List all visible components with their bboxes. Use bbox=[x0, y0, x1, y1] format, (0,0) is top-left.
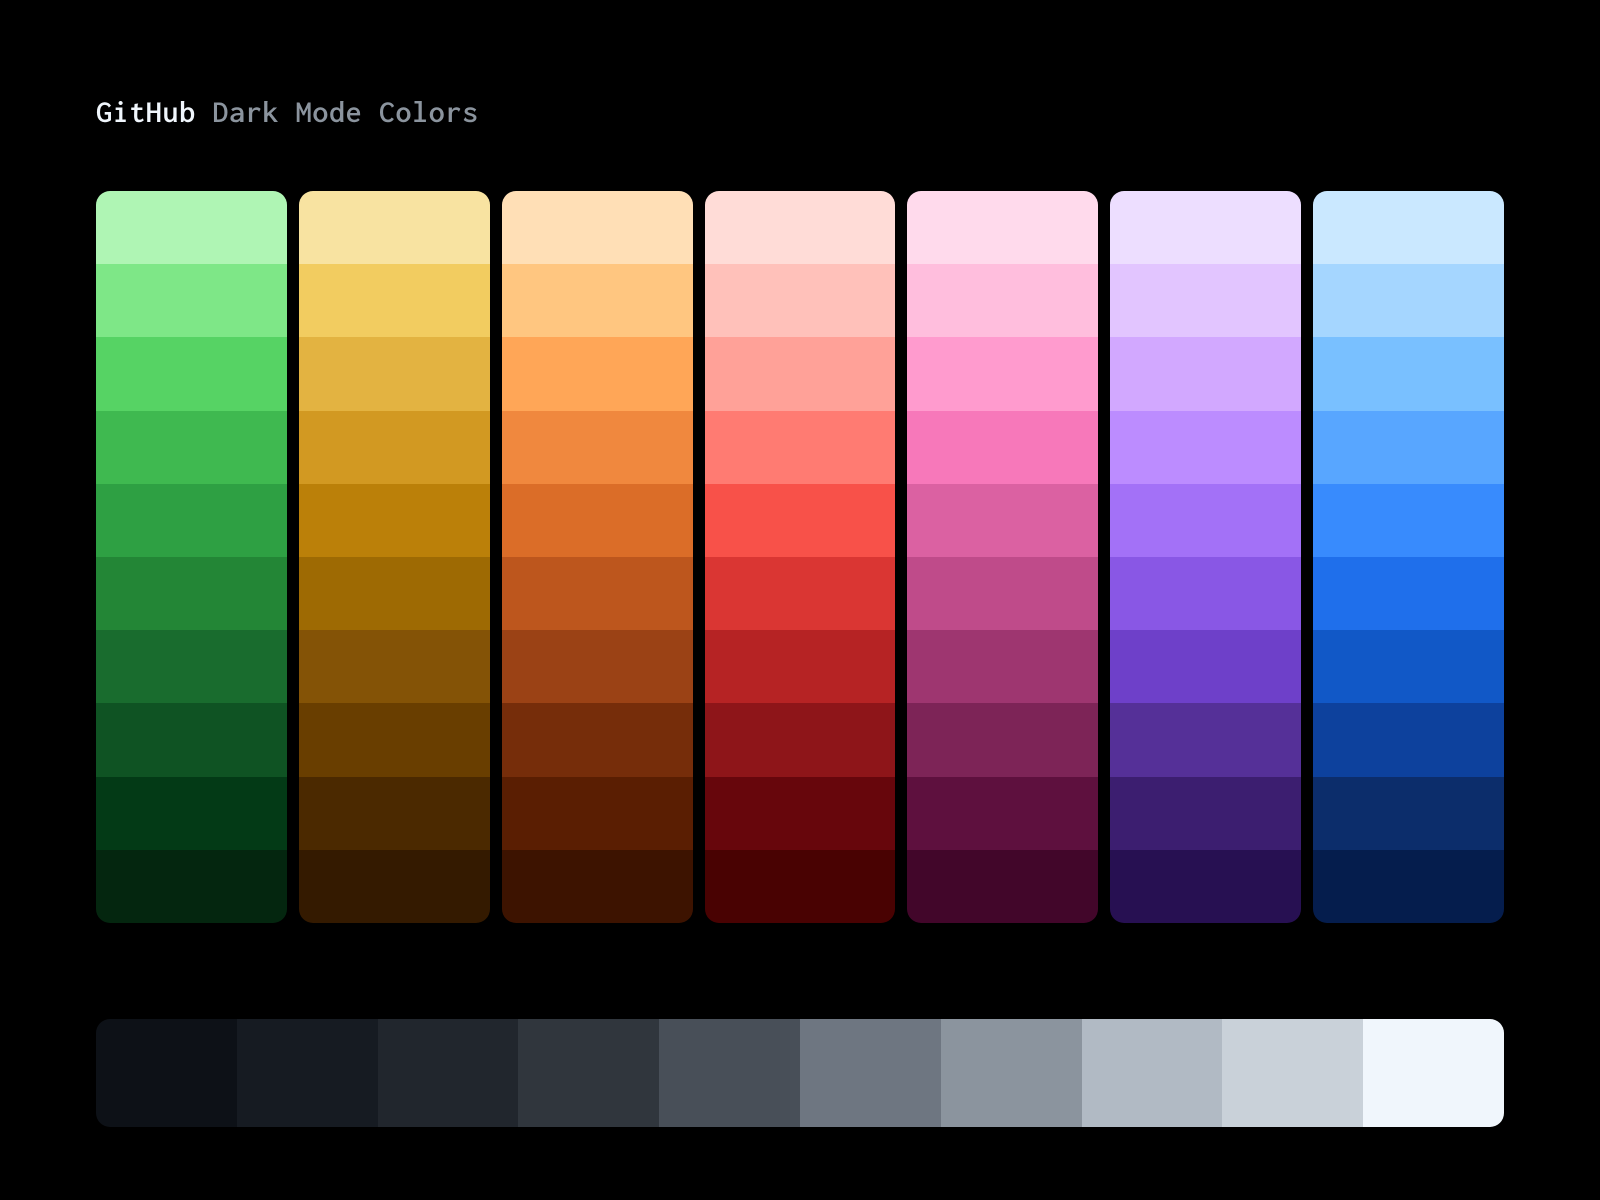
swatch-gray-6 bbox=[941, 1019, 1082, 1127]
swatch-orange-7 bbox=[502, 703, 693, 776]
swatch-green-9 bbox=[96, 850, 287, 923]
swatch-gray-4 bbox=[659, 1019, 800, 1127]
swatch-purple-0 bbox=[1110, 191, 1301, 264]
swatch-purple-2 bbox=[1110, 337, 1301, 410]
swatch-gray-0 bbox=[96, 1019, 237, 1127]
swatch-purple-1 bbox=[1110, 264, 1301, 337]
swatch-orange-8 bbox=[502, 777, 693, 850]
swatch-yellow-8 bbox=[299, 777, 490, 850]
swatch-red-3 bbox=[705, 411, 896, 484]
swatch-pink-2 bbox=[907, 337, 1098, 410]
swatch-purple-8 bbox=[1110, 777, 1301, 850]
swatch-blue-2 bbox=[1313, 337, 1504, 410]
swatch-orange-5 bbox=[502, 557, 693, 630]
swatch-purple-7 bbox=[1110, 703, 1301, 776]
swatch-gray-8 bbox=[1222, 1019, 1363, 1127]
swatch-pink-5 bbox=[907, 557, 1098, 630]
swatch-yellow-6 bbox=[299, 630, 490, 703]
swatch-red-8 bbox=[705, 777, 896, 850]
swatch-blue-0 bbox=[1313, 191, 1504, 264]
swatch-purple-5 bbox=[1110, 557, 1301, 630]
swatch-yellow-7 bbox=[299, 703, 490, 776]
swatch-green-3 bbox=[96, 411, 287, 484]
swatch-red-9 bbox=[705, 850, 896, 923]
swatch-yellow-9 bbox=[299, 850, 490, 923]
swatch-gray-3 bbox=[518, 1019, 659, 1127]
swatch-orange-0 bbox=[502, 191, 693, 264]
swatch-gray-2 bbox=[378, 1019, 519, 1127]
swatch-yellow-5 bbox=[299, 557, 490, 630]
swatch-gray-5 bbox=[800, 1019, 941, 1127]
swatch-orange-2 bbox=[502, 337, 693, 410]
swatch-yellow-2 bbox=[299, 337, 490, 410]
page-title: GitHub Dark Mode Colors bbox=[96, 96, 1504, 129]
swatch-blue-7 bbox=[1313, 703, 1504, 776]
swatch-green-8 bbox=[96, 777, 287, 850]
swatch-pink-3 bbox=[907, 411, 1098, 484]
swatch-pink-6 bbox=[907, 630, 1098, 703]
swatch-pink-9 bbox=[907, 850, 1098, 923]
swatch-pink-4 bbox=[907, 484, 1098, 557]
swatch-green-5 bbox=[96, 557, 287, 630]
swatch-red-4 bbox=[705, 484, 896, 557]
swatch-green-6 bbox=[96, 630, 287, 703]
swatch-blue-8 bbox=[1313, 777, 1504, 850]
swatch-blue-9 bbox=[1313, 850, 1504, 923]
swatch-green-0 bbox=[96, 191, 287, 264]
swatch-yellow-1 bbox=[299, 264, 490, 337]
swatch-purple-9 bbox=[1110, 850, 1301, 923]
swatch-orange-6 bbox=[502, 630, 693, 703]
title-strong: GitHub bbox=[96, 96, 196, 129]
palette-column-pink bbox=[907, 191, 1098, 923]
swatch-green-2 bbox=[96, 337, 287, 410]
swatch-pink-0 bbox=[907, 191, 1098, 264]
palette-row bbox=[96, 191, 1504, 923]
swatch-blue-1 bbox=[1313, 264, 1504, 337]
palette-column-orange bbox=[502, 191, 693, 923]
swatch-orange-1 bbox=[502, 264, 693, 337]
swatch-yellow-4 bbox=[299, 484, 490, 557]
swatch-red-2 bbox=[705, 337, 896, 410]
swatch-orange-4 bbox=[502, 484, 693, 557]
palette-column-red bbox=[705, 191, 896, 923]
palette-column-green bbox=[96, 191, 287, 923]
palette-column-purple bbox=[1110, 191, 1301, 923]
swatch-red-1 bbox=[705, 264, 896, 337]
gray-row bbox=[96, 1019, 1504, 1127]
swatch-blue-5 bbox=[1313, 557, 1504, 630]
swatch-orange-3 bbox=[502, 411, 693, 484]
swatch-blue-4 bbox=[1313, 484, 1504, 557]
swatch-red-5 bbox=[705, 557, 896, 630]
swatch-green-7 bbox=[96, 703, 287, 776]
swatch-purple-6 bbox=[1110, 630, 1301, 703]
swatch-blue-6 bbox=[1313, 630, 1504, 703]
swatch-yellow-3 bbox=[299, 411, 490, 484]
swatch-pink-7 bbox=[907, 703, 1098, 776]
swatch-gray-1 bbox=[237, 1019, 378, 1127]
swatch-purple-3 bbox=[1110, 411, 1301, 484]
palette-column-blue bbox=[1313, 191, 1504, 923]
swatch-red-0 bbox=[705, 191, 896, 264]
swatch-pink-1 bbox=[907, 264, 1098, 337]
swatch-yellow-0 bbox=[299, 191, 490, 264]
swatch-orange-9 bbox=[502, 850, 693, 923]
palette-column-yellow bbox=[299, 191, 490, 923]
swatch-gray-7 bbox=[1082, 1019, 1223, 1127]
swatch-green-4 bbox=[96, 484, 287, 557]
swatch-pink-8 bbox=[907, 777, 1098, 850]
swatch-purple-4 bbox=[1110, 484, 1301, 557]
swatch-blue-3 bbox=[1313, 411, 1504, 484]
swatch-red-7 bbox=[705, 703, 896, 776]
swatch-red-6 bbox=[705, 630, 896, 703]
swatch-green-1 bbox=[96, 264, 287, 337]
title-muted: Dark Mode Colors bbox=[196, 96, 479, 129]
swatch-gray-9 bbox=[1363, 1019, 1504, 1127]
